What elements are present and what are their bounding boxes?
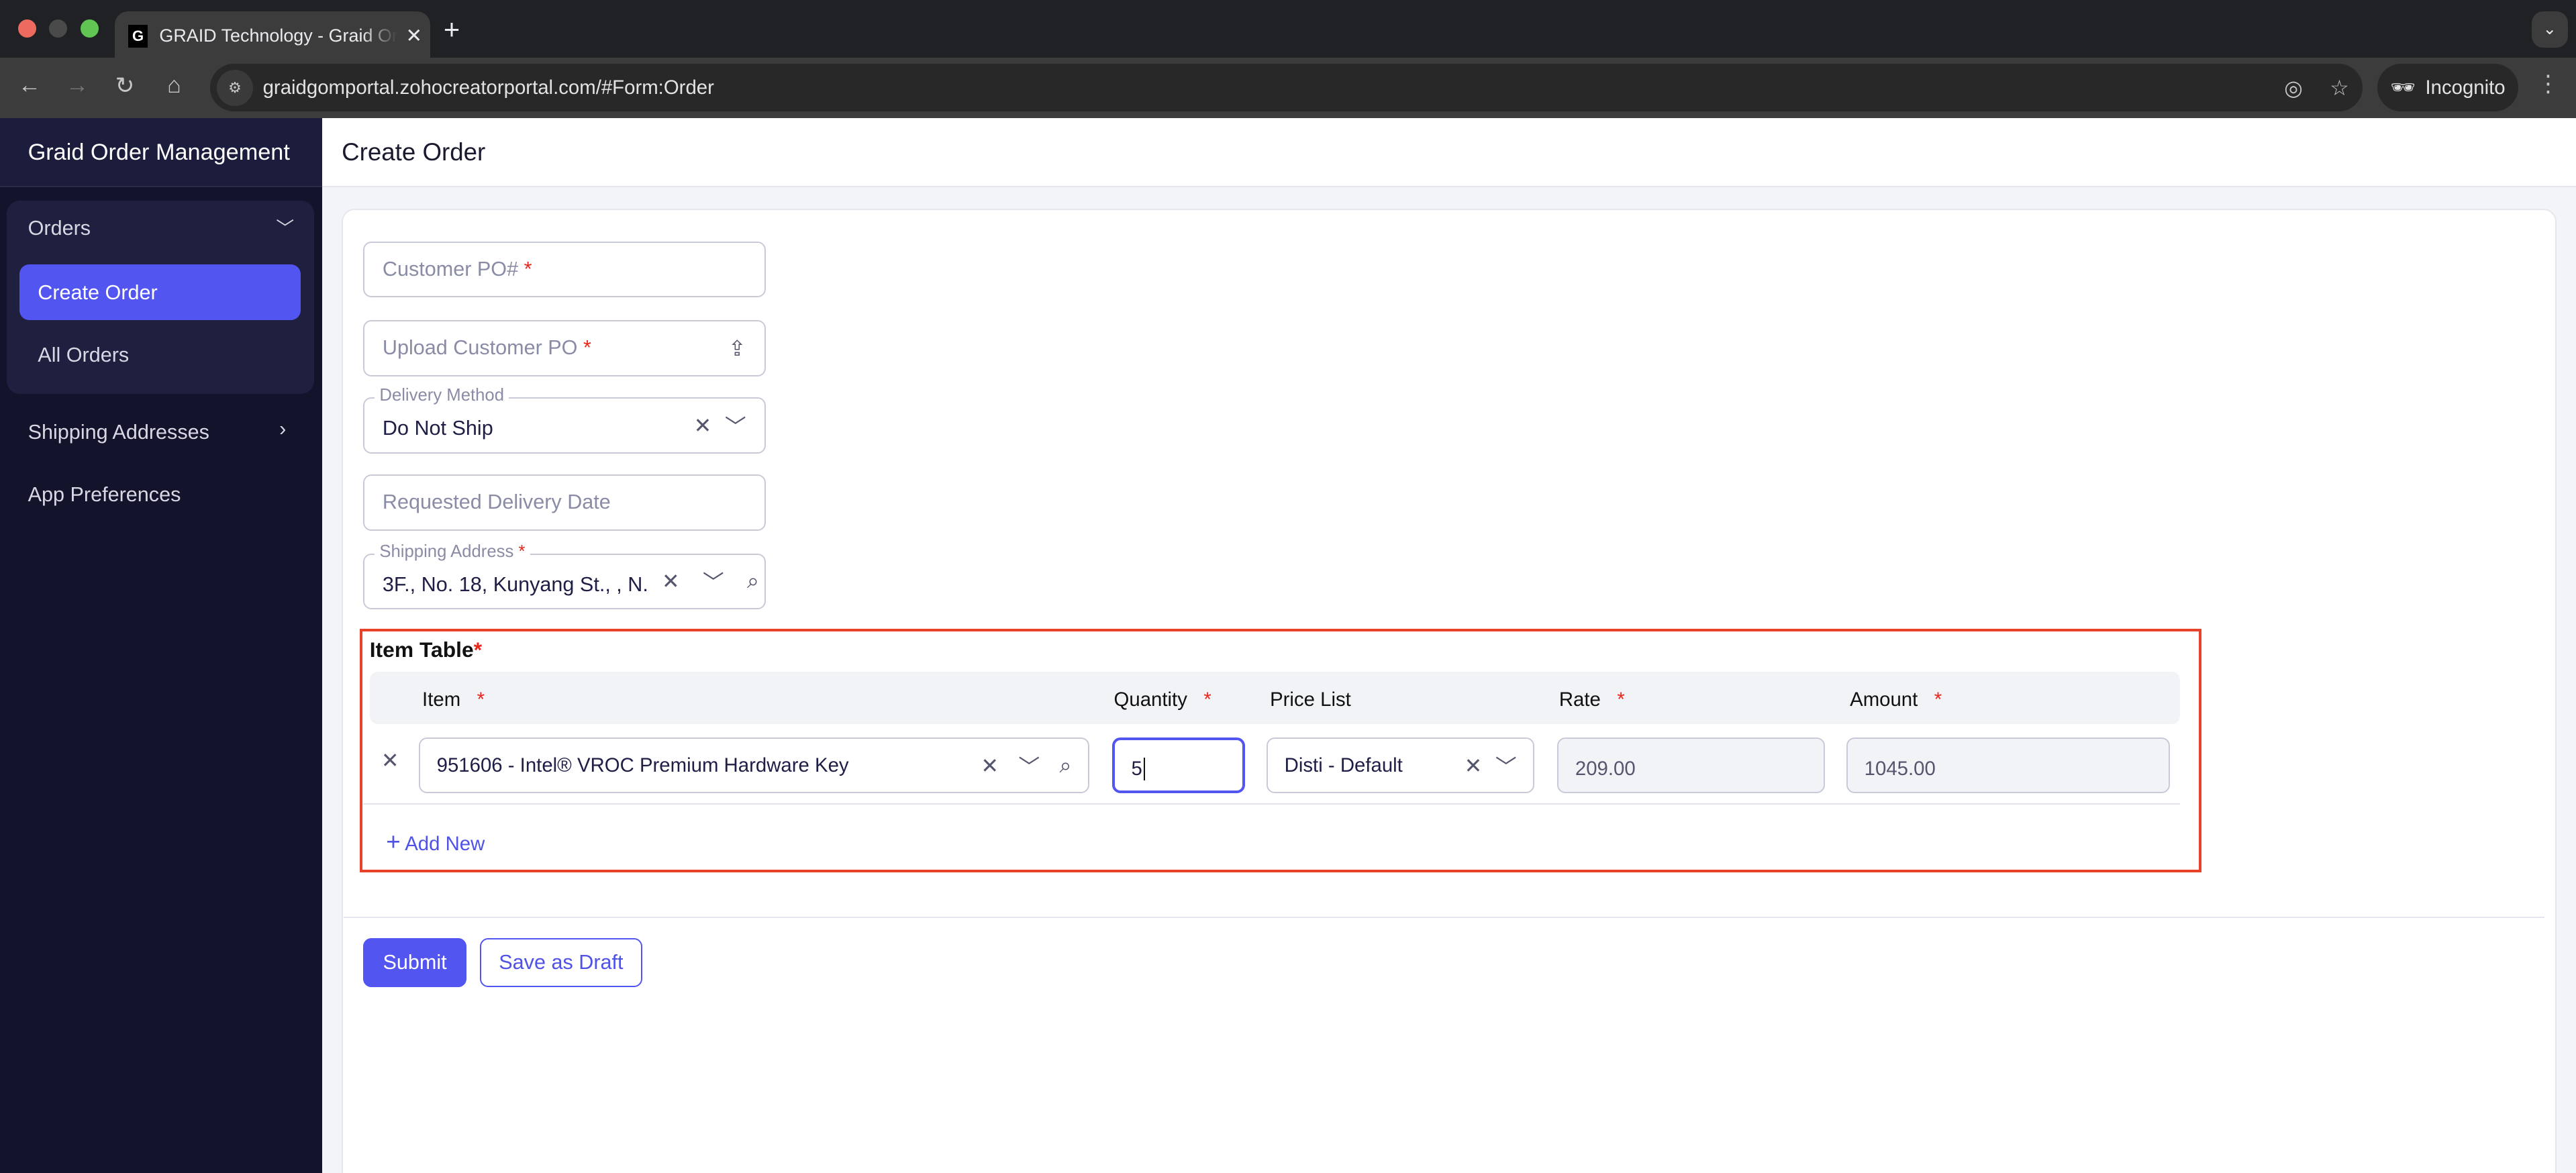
eye-off-icon[interactable]: ◎ [2271,75,2317,101]
tab-title: GRAID Technology - Graid Order Managemen… [159,26,398,46]
customer-po-placeholder: Customer PO# [382,257,519,280]
upload-icon[interactable]: ⇪ [728,336,746,361]
delivery-method-value: Do Not Ship [382,417,493,440]
column-header-rate: Rate * [1558,688,1625,711]
lookup-search-icon[interactable]: ⌕ [747,568,759,594]
plus-icon: + [386,827,401,856]
favicon-icon: G [128,24,148,48]
add-new-row-button[interactable]: + Add New [386,828,485,856]
sidebar-item-all-orders[interactable]: All Orders [38,344,129,367]
close-tab-icon[interactable]: ✕ [397,24,430,48]
incognito-icon: 🕶 [2390,76,2416,99]
chevron-down-icon[interactable]: ﹀ [1018,750,1040,781]
close-window-button[interactable] [17,19,36,38]
sidebar-item-create-order[interactable]: Create Order [19,264,301,321]
amount-value: 1045.00 [1864,757,1936,780]
form-divider [343,916,2545,919]
requested-date-placeholder: Requested Delivery Date [382,491,611,514]
save-as-draft-button[interactable]: Save as Draft [479,937,643,988]
required-mark: * [583,336,591,360]
site-settings-icon[interactable]: ⚙ [217,70,253,106]
item-select[interactable]: 951606 - Intel® VROC Premium Hardware Ke… [419,737,1089,794]
rate-value: 209.00 [1575,757,1636,780]
column-header-item: Item * [422,688,485,711]
incognito-button[interactable]: 🕶 Incognito [2377,64,2519,112]
shipping-address-value: 3F., No. 18, Kunyang St., , N... [382,572,649,596]
upload-po-input[interactable]: Upload Customer PO * ⇪ [362,320,766,376]
item-value: 951606 - Intel® VROC Premium Hardware Ke… [436,754,849,776]
clear-icon[interactable]: ✕ [694,413,712,438]
item-table-title: Item Table* [369,637,483,662]
chevron-down-icon[interactable]: ﹀ [703,566,724,597]
requested-delivery-date-input[interactable]: Requested Delivery Date [362,474,766,531]
app-title: Graid Order Management [0,118,322,188]
price-list-select[interactable]: Disti - Default ✕ ﹀ [1267,737,1535,794]
url-text[interactable]: graidgomportal.zohocreatorportal.com/#Fo… [263,76,2271,99]
chevron-right-icon[interactable]: › [279,417,286,441]
maximize-window-button[interactable] [80,19,99,38]
menu-kebab-icon[interactable]: ⋮ [2536,70,2559,97]
chevron-down-icon[interactable]: ﹀ [1495,750,1517,781]
back-icon[interactable]: ← [13,72,46,99]
browser-tab[interactable]: G GRAID Technology - Graid Order Managem… [115,11,431,61]
customer-po-input[interactable]: Customer PO# * [362,241,766,298]
home-icon[interactable]: ⌂ [158,72,191,99]
forward-icon[interactable]: → [61,72,94,99]
row-divider [362,803,2181,805]
column-header-quantity: Quantity * [1113,688,1211,711]
upload-po-placeholder: Upload Customer PO [382,336,578,360]
price-list-value: Disti - Default [1284,754,1403,776]
remove-row-icon[interactable]: ✕ [381,748,399,773]
shipping-address-label: Shipping Address * [375,542,530,562]
clear-icon[interactable]: ✕ [981,753,999,778]
quantity-value: 5 [1132,757,1146,780]
column-header-amount: Amount * [1850,688,1942,711]
required-mark: * [524,257,532,280]
incognito-label: Incognito [2425,76,2506,99]
page-title: Create Order [321,118,2576,188]
address-bar[interactable]: ⚙ graidgomportal.zohocreatorportal.com/#… [210,64,2363,112]
amount-field: 1045.00 [1846,737,2171,794]
chevron-down-icon[interactable]: ﹀ [725,410,746,441]
star-icon[interactable]: ☆ [2316,75,2363,101]
sidebar-item-app-preferences[interactable]: App Preferences [28,483,181,507]
clear-icon[interactable]: ✕ [1465,753,1483,778]
chevron-down-icon[interactable]: ﹀ [276,213,294,240]
submit-button[interactable]: Submit [362,937,467,988]
quantity-input[interactable]: 5 [1112,737,1246,794]
sidebar-item-shipping-addresses[interactable]: Shipping Addresses [28,421,209,444]
clear-icon[interactable]: ✕ [662,568,680,594]
rate-field: 209.00 [1557,737,1826,794]
sidebar-item-orders[interactable]: Orders [28,217,91,240]
reload-icon[interactable]: ↻ [109,72,142,99]
column-header-price-list: Price List [1270,688,1351,711]
shipping-address-select[interactable]: 3F., No. 18, Kunyang St., , N... ✕ ﹀ ⌕ [362,553,766,610]
lookup-search-icon[interactable]: ⌕ [1060,753,1072,778]
tab-search-chevron-icon[interactable]: ⌄ [2531,11,2568,48]
delivery-method-select[interactable]: Do Not Ship ✕ ﹀ [362,397,766,454]
new-tab-icon[interactable]: + [444,13,460,46]
delivery-method-label: Delivery Method [375,386,509,406]
